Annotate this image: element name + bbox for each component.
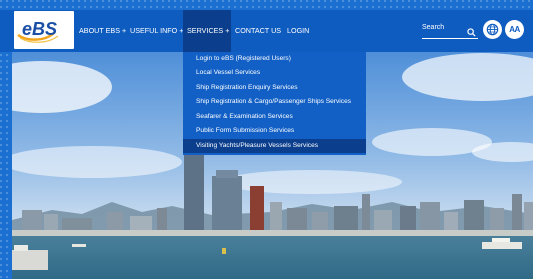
services-dropdown-menu: Login to eBS (Registered Users) Local Ve… (183, 52, 366, 155)
svg-text:eBS: eBS (22, 19, 57, 39)
menu-item-visiting-yachts[interactable]: Visiting Yachts/Pleasure Vessels Service… (183, 139, 366, 153)
search-field[interactable]: Search (422, 22, 478, 39)
nav-about-ebs[interactable]: ABOUT EBS + (79, 10, 126, 52)
nav-services[interactable]: SERVICES + (183, 10, 231, 52)
nav-login[interactable]: LOGIN (287, 10, 311, 52)
menu-item-public-form-submission[interactable]: Public Form Submission Services (183, 124, 366, 138)
search-placeholder: Search (422, 24, 445, 31)
menu-item-seafarer-examination[interactable]: Seafarer & Examination Services (183, 110, 366, 124)
ebs-logo-graphic: eBS (17, 19, 59, 43)
menu-item-ship-registration-cargo-passenger[interactable]: Ship Registration & Cargo/Passenger Ship… (183, 95, 366, 109)
logo-text: eBS (22, 19, 57, 39)
menu-item-ship-registration-enquiry[interactable]: Ship Registration Enquiry Services (183, 81, 366, 95)
font-size-button[interactable]: AA (505, 20, 524, 39)
nav-contact-us[interactable]: CONTACT US (235, 10, 281, 52)
nav-useful-info[interactable]: USEFUL INFO + (130, 10, 183, 52)
language-button[interactable] (483, 20, 502, 39)
menu-item-local-vessel-services[interactable]: Local Vessel Services (183, 66, 366, 80)
ebs-logo[interactable]: eBS (14, 11, 74, 49)
search-icon[interactable] (467, 24, 476, 42)
font-size-label: AA (509, 25, 520, 34)
menu-item-login-to-ebs[interactable]: Login to eBS (Registered Users) (183, 52, 366, 66)
globe-icon (486, 23, 499, 36)
